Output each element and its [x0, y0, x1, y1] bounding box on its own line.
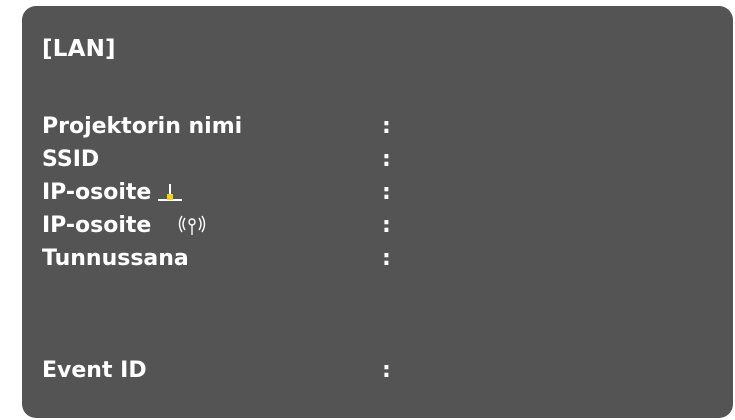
projector-name-label: Projektorin nimi: [42, 114, 243, 139]
ip-wireless-row: IP-osoite :: [42, 213, 702, 241]
projector-name-separator: :: [382, 114, 391, 139]
projector-name-row: Projektorin nimi :: [42, 114, 702, 142]
ip-wireless-label: IP-osoite: [42, 213, 152, 238]
password-row: Tunnussana :: [42, 246, 702, 274]
ip-wireless-separator: :: [382, 213, 391, 238]
panel-title: [LAN]: [42, 36, 116, 62]
lan-info-panel: [LAN] Projektorin nimi : SSID : IP-osoit…: [22, 6, 733, 418]
ip-wired-row: IP-osoite :: [42, 180, 702, 208]
event-id-row: Event ID :: [42, 358, 702, 386]
password-separator: :: [382, 246, 391, 271]
event-id-separator: :: [382, 358, 391, 383]
ip-wired-separator: :: [382, 180, 391, 205]
wireless-lan-icon: [176, 213, 208, 239]
ssid-label: SSID: [42, 147, 100, 172]
password-label: Tunnussana: [42, 246, 189, 271]
ssid-separator: :: [382, 147, 391, 172]
ip-wired-label: IP-osoite: [42, 180, 152, 205]
event-id-label: Event ID: [42, 358, 147, 383]
wired-lan-icon: [156, 180, 184, 206]
ssid-row: SSID :: [42, 147, 702, 175]
